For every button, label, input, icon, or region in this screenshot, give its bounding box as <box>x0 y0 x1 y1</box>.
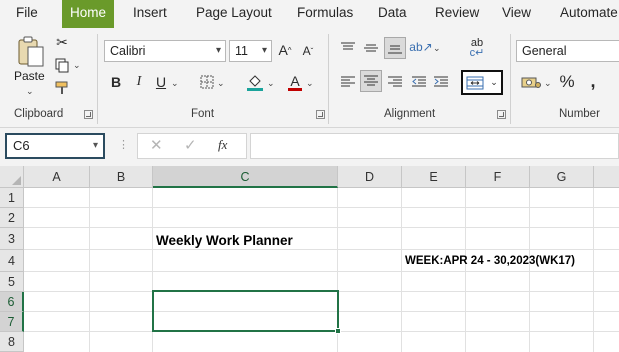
tab-view[interactable]: View <box>502 0 531 28</box>
cell-e4[interactable]: WEEK:APR 24 - 30,2023(WK17) <box>405 255 575 267</box>
tab-formulas[interactable]: Formulas <box>297 0 353 28</box>
column-header-b[interactable]: B <box>90 166 153 188</box>
accounting-format-icon[interactable] <box>520 73 542 91</box>
column-header-h[interactable] <box>594 166 619 188</box>
font-color-dropdown-icon[interactable]: ⌄ <box>306 78 314 89</box>
column-header-a[interactable]: A <box>24 166 90 188</box>
tab-review[interactable]: Review <box>435 0 479 28</box>
row-header-1[interactable]: 1 <box>0 188 24 208</box>
row-header-7[interactable]: 7 <box>0 312 24 332</box>
alignment-group-label: Alignment <box>384 108 436 120</box>
formula-input[interactable] <box>250 133 619 159</box>
selected-cell-c6[interactable] <box>152 290 339 332</box>
ribbon-tab-bar: File Home Insert Page Layout Formulas Da… <box>0 0 619 28</box>
number-format-select[interactable]: General <box>516 40 619 62</box>
formula-bar-row: C6 ▾ ⋮ ✕ ✓ fx <box>0 128 619 166</box>
fill-color-dropdown-icon[interactable]: ⌄ <box>267 78 275 89</box>
group-divider <box>97 34 98 124</box>
underline-dropdown-icon[interactable]: ⌄ <box>171 78 179 89</box>
font-launcher-icon[interactable] <box>316 110 325 119</box>
row-header-5[interactable]: 5 <box>0 272 24 292</box>
font-size-select[interactable]: 11 ▾ <box>229 40 272 62</box>
clipboard-launcher-icon[interactable] <box>84 110 93 119</box>
column-header-e[interactable]: E <box>402 166 466 188</box>
font-name-value: Calibri <box>110 44 146 58</box>
column-header-c[interactable]: C <box>153 166 338 188</box>
copy-dropdown-icon[interactable]: ⌄ <box>73 60 81 71</box>
row-header-8[interactable]: 8 <box>0 332 24 352</box>
chevron-down-icon: ▾ <box>215 45 221 56</box>
top-align-icon[interactable] <box>340 40 356 56</box>
paste-icon[interactable] <box>14 34 48 70</box>
increase-indent-icon[interactable] <box>433 74 449 90</box>
drag-handle-icon[interactable]: ⋮ <box>118 138 129 151</box>
wrap-text-icon[interactable]: ab c↵ <box>467 37 487 59</box>
formula-buttons: ✕ ✓ fx <box>137 133 247 159</box>
orientation-icon[interactable]: ab↗ <box>409 38 432 56</box>
column-header-d[interactable]: D <box>338 166 402 188</box>
font-color-icon[interactable]: A <box>287 72 303 92</box>
clipboard-group-label: Clipboard <box>14 108 64 120</box>
fill-handle[interactable] <box>335 328 341 334</box>
tab-file[interactable]: File <box>16 0 38 28</box>
percent-style-button[interactable]: % <box>558 72 576 92</box>
decrease-font-size-icon[interactable]: Aˇ <box>299 42 317 60</box>
paste-button[interactable]: Paste <box>14 69 45 83</box>
font-name-select[interactable]: Calibri ▾ <box>104 40 226 62</box>
paste-dropdown-icon[interactable]: ⌄ <box>26 86 34 97</box>
column-header-f[interactable]: F <box>466 166 530 188</box>
orientation-dropdown-icon[interactable]: ⌄ <box>433 43 441 54</box>
middle-align-icon[interactable] <box>363 40 379 56</box>
copy-icon[interactable] <box>52 56 72 74</box>
row-header-3[interactable]: 3 <box>0 228 24 250</box>
chevron-down-icon: ▾ <box>92 140 98 151</box>
enter-check-icon[interactable]: ✓ <box>184 136 197 154</box>
align-left-icon[interactable] <box>340 74 356 90</box>
bold-button[interactable]: B <box>108 73 124 91</box>
tab-page-layout[interactable]: Page Layout <box>196 0 272 28</box>
accounting-dropdown-icon[interactable]: ⌄ <box>544 78 552 89</box>
alignment-launcher-icon[interactable] <box>497 110 506 119</box>
insert-function-icon[interactable]: fx <box>218 137 227 153</box>
row-header-2[interactable]: 2 <box>0 208 24 228</box>
number-group-label: Number <box>559 108 600 120</box>
group-divider <box>510 34 511 124</box>
row-header-6[interactable]: 6 <box>0 292 24 312</box>
tab-automate[interactable]: Automate <box>560 0 618 28</box>
underline-button[interactable]: U <box>154 73 168 91</box>
decrease-indent-icon[interactable] <box>411 74 427 90</box>
ribbon: Paste ⌄ ✂ ⌄ Clipboard Calibri ▾ 11 ▾ A ^ … <box>0 28 619 128</box>
borders-icon[interactable] <box>199 74 215 90</box>
tab-home[interactable]: Home <box>62 0 115 28</box>
tab-insert[interactable]: Insert <box>133 0 167 28</box>
group-divider <box>328 34 329 124</box>
row-header-4[interactable]: 4 <box>0 250 24 272</box>
borders-dropdown-icon[interactable]: ⌄ <box>217 78 225 89</box>
merge-center-button[interactable]: ⌄ <box>461 70 503 95</box>
name-box-value: C6 <box>13 138 30 153</box>
align-right-icon[interactable] <box>387 74 403 90</box>
cell-c3[interactable]: Weekly Work Planner <box>156 233 293 248</box>
bottom-align-icon[interactable] <box>384 37 406 59</box>
number-format-value: General <box>522 44 567 58</box>
select-all-button[interactable] <box>0 166 24 188</box>
increase-font-size-icon[interactable]: A ^ <box>276 41 294 59</box>
cancel-icon[interactable]: ✕ <box>150 136 163 154</box>
italic-button[interactable]: I <box>132 73 146 91</box>
format-painter-icon[interactable] <box>54 80 70 96</box>
column-header-g[interactable]: G <box>530 166 594 188</box>
cut-icon[interactable]: ✂ <box>54 34 70 50</box>
tab-data[interactable]: Data <box>378 0 407 28</box>
name-box[interactable]: C6 ▾ <box>5 133 105 159</box>
align-center-icon[interactable] <box>360 70 382 92</box>
fill-color-icon[interactable] <box>246 72 264 92</box>
worksheet-grid: A B C D E F G 1 2 3 4 5 6 7 8 Weekly Wor… <box>0 166 619 352</box>
merge-center-dropdown-icon: ⌄ <box>490 77 498 87</box>
comma-style-button[interactable]: , <box>586 70 600 92</box>
chevron-down-icon: ▾ <box>261 45 267 56</box>
font-group-label: Font <box>191 108 215 120</box>
font-size-value: 11 <box>235 44 248 58</box>
